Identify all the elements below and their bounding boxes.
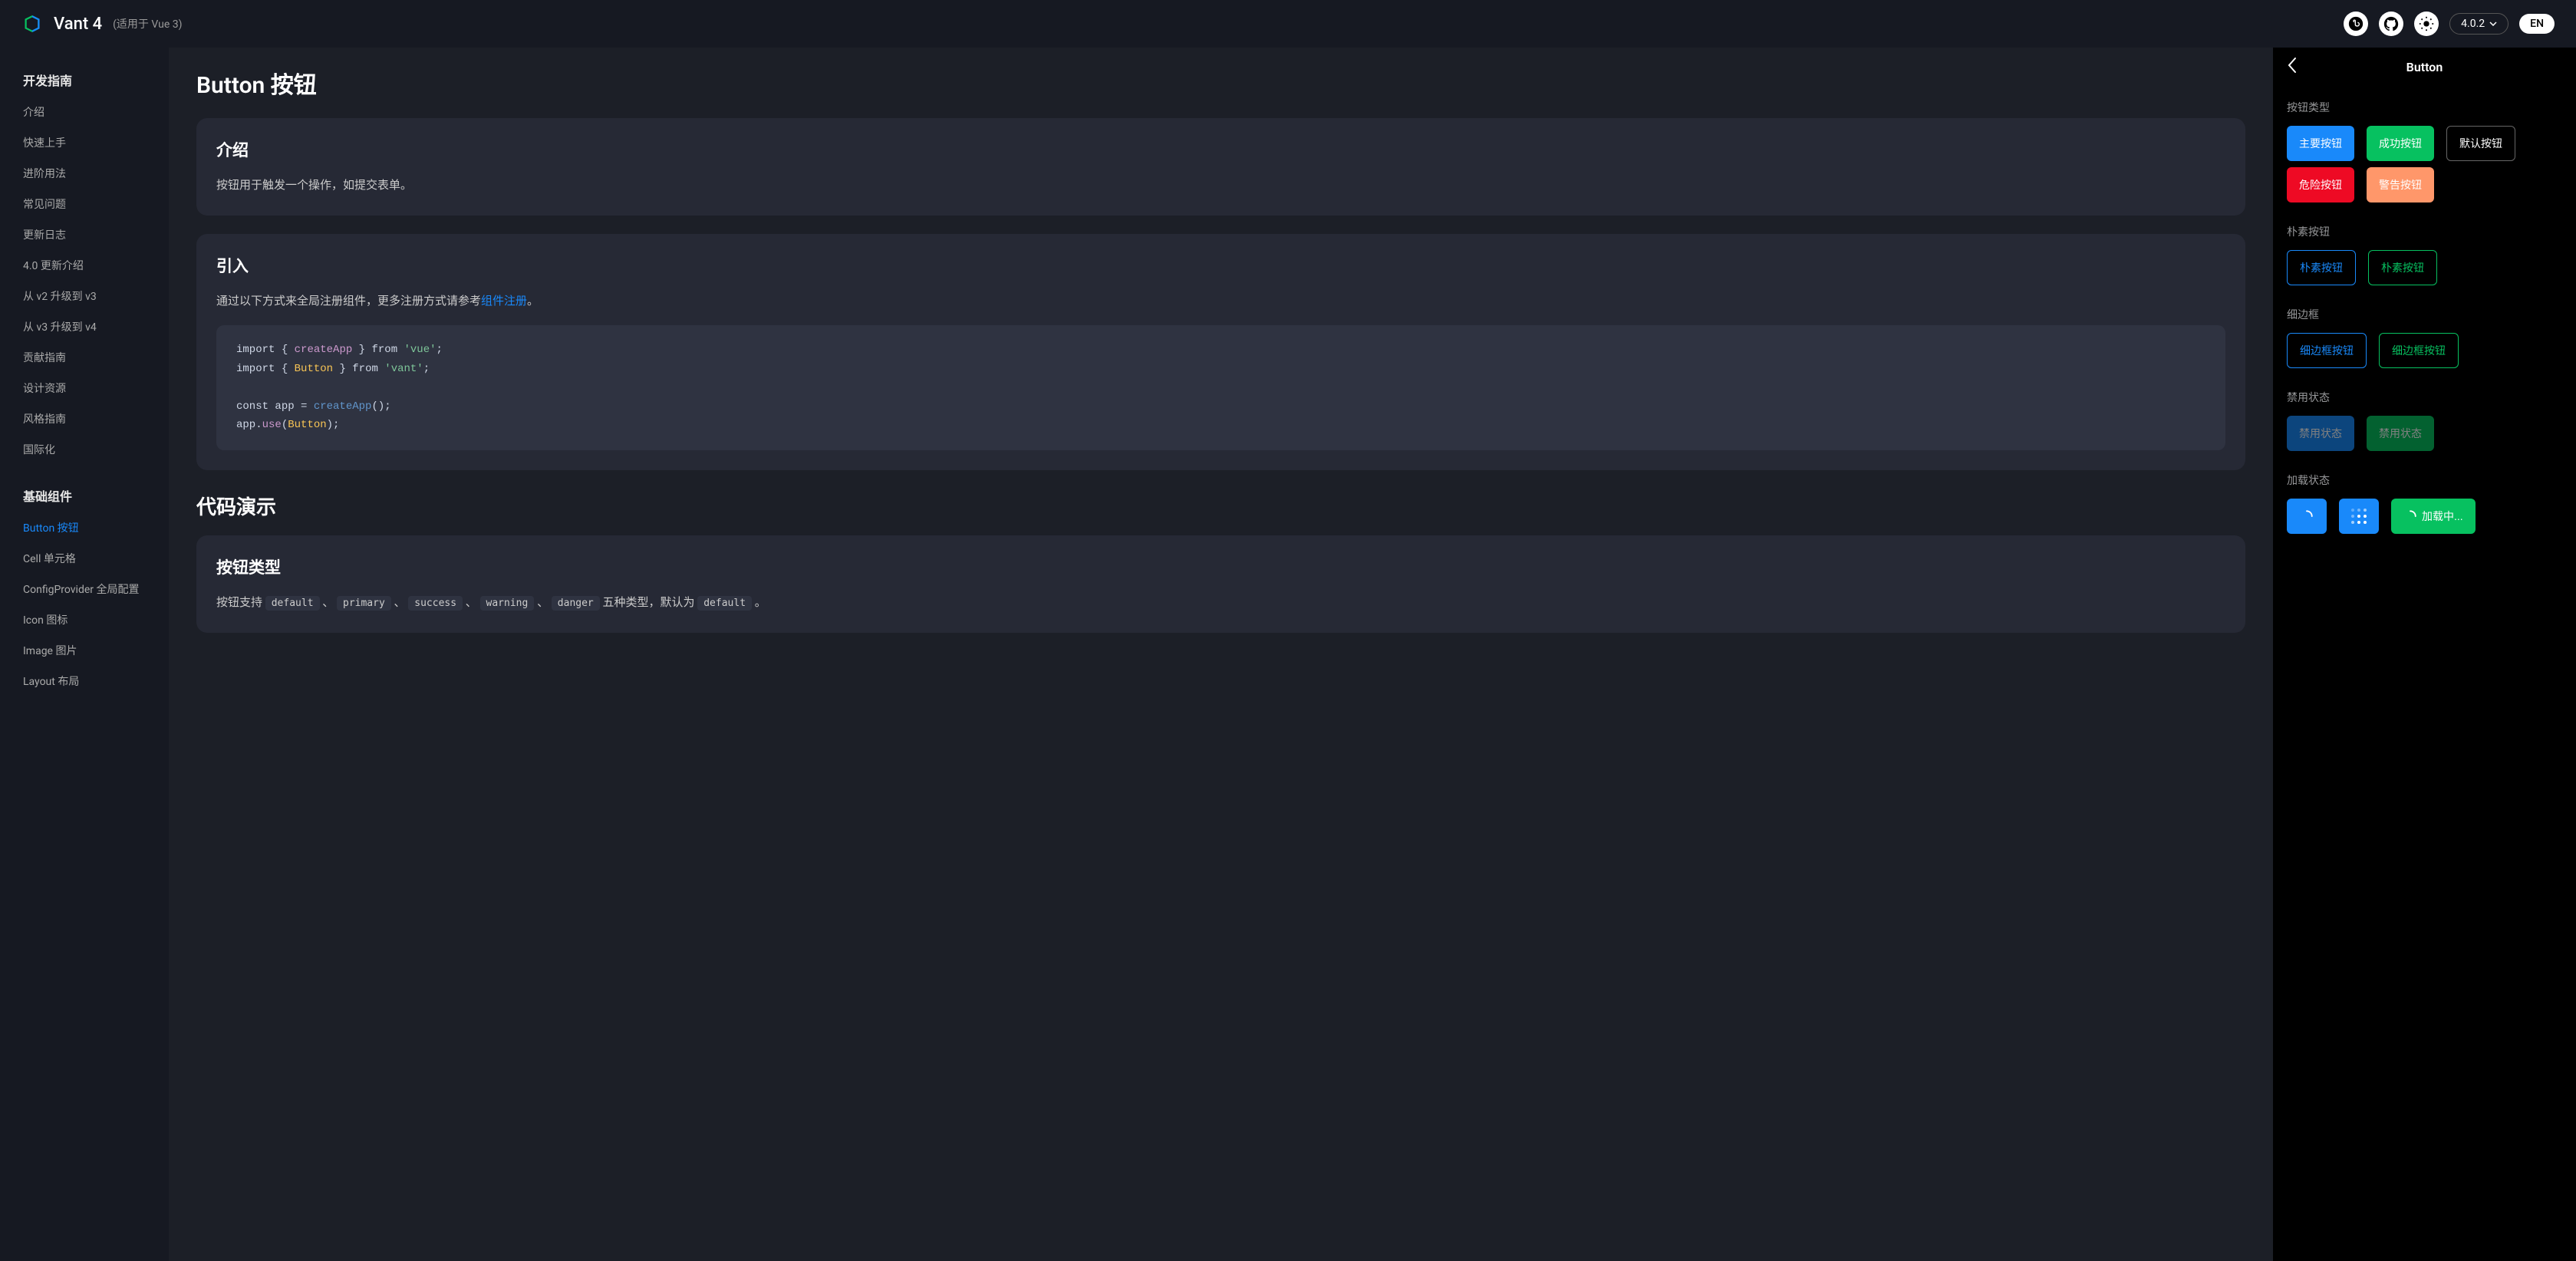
sidebar-item-v2tov3[interactable]: 从 v2 升级到 v3 [0, 281, 169, 311]
app-subtitle: (适用于 Vue 3) [113, 16, 182, 31]
sidebar-section: 基础组件 Button 按钮 Cell 单元格 ConfigProvider 全… [0, 479, 169, 696]
preview-section-title: 加载状态 [2287, 472, 2562, 488]
demo-heading: 代码演示 [196, 492, 2245, 520]
sidebar: 开发指南 介绍 快速上手 进阶用法 常见问题 更新日志 4.0 更新介绍 从 v… [0, 48, 169, 1261]
preview-section-title: 禁用状态 [2287, 390, 2562, 405]
preview-section-plain: 朴素按钮 朴素按钮 朴素按钮 [2273, 216, 2576, 299]
theme-toggle-icon[interactable] [2414, 12, 2439, 36]
sidebar-item-v3tov4[interactable]: 从 v3 升级到 v4 [0, 311, 169, 342]
import-text: 通过以下方式来全局注册组件，更多注册方式请参考组件注册。 [216, 291, 2225, 311]
demo-plain-primary-button[interactable]: 朴素按钮 [2287, 250, 2356, 285]
preview-section-disabled: 禁用状态 禁用状态 禁用状态 [2273, 382, 2576, 465]
sidebar-item-design[interactable]: 设计资源 [0, 373, 169, 403]
back-icon[interactable] [2287, 57, 2298, 77]
sidebar-item-v4intro[interactable]: 4.0 更新介绍 [0, 250, 169, 281]
header-right: 4.0.2 EN [2344, 12, 2555, 36]
loading-arc-icon [2403, 509, 2417, 523]
demo-danger-button[interactable]: 危险按钮 [2287, 167, 2354, 202]
page-title: Button 按钮 [196, 66, 2245, 100]
main-content: Button 按钮 介绍 按钮用于触发一个操作，如提交表单。 引入 通过以下方式… [169, 48, 2273, 1261]
sidebar-item-quickstart[interactable]: 快速上手 [0, 127, 169, 158]
wechat-miniprogram-icon[interactable] [2344, 12, 2368, 36]
demo-primary-button[interactable]: 主要按钮 [2287, 126, 2354, 161]
sidebar-item-icon[interactable]: Icon 图标 [0, 604, 169, 635]
demo-success-button[interactable]: 成功按钮 [2367, 126, 2434, 161]
loading-arc-icon [2300, 509, 2314, 523]
sidebar-item-button[interactable]: Button 按钮 [0, 512, 169, 543]
preview-section-title: 按钮类型 [2287, 100, 2562, 115]
preview-section-title: 朴素按钮 [2287, 224, 2562, 239]
sidebar-item-configprovider[interactable]: ConfigProvider 全局配置 [0, 574, 169, 604]
sidebar-item-image[interactable]: Image 图片 [0, 635, 169, 666]
sidebar-section-title: 基础组件 [0, 479, 169, 512]
import-link[interactable]: 组件注册 [481, 294, 527, 308]
loading-spinner-icon [2351, 509, 2367, 524]
demo-hairline-primary-button[interactable]: 细边框按钮 [2287, 333, 2367, 368]
intro-heading: 介绍 [216, 138, 2225, 161]
sidebar-item-layout[interactable]: Layout 布局 [0, 666, 169, 696]
version-select[interactable]: 4.0.2 [2449, 13, 2508, 35]
sidebar-item-contribute[interactable]: 贡献指南 [0, 342, 169, 373]
header-left: Vant 4 (适用于 Vue 3) [21, 13, 182, 35]
demo-plain-success-button[interactable]: 朴素按钮 [2368, 250, 2437, 285]
version-label: 4.0.2 [2461, 18, 2485, 30]
code-block: import { createApp } from 'vue'; import … [216, 325, 2225, 450]
sidebar-item-intro[interactable]: 介绍 [0, 97, 169, 127]
import-heading: 引入 [216, 254, 2225, 277]
intro-text: 按钮用于触发一个操作，如提交表单。 [216, 175, 2225, 196]
preview-panel: Button 按钮类型 主要按钮 成功按钮 默认按钮 危险按钮 警告按钮 朴素按… [2273, 48, 2576, 1261]
logo-icon[interactable] [21, 13, 43, 35]
sidebar-section: 开发指南 介绍 快速上手 进阶用法 常见问题 更新日志 4.0 更新介绍 从 v… [0, 63, 169, 465]
lang-select[interactable]: EN [2519, 14, 2555, 34]
loading-text: 加载中... [2422, 509, 2463, 524]
demo-disabled-primary-button: 禁用状态 [2287, 416, 2354, 451]
sidebar-section-title: 开发指南 [0, 63, 169, 97]
demo-loading-spinner-button[interactable] [2339, 499, 2379, 534]
preview-section-loading: 加载状态 加载中... [2273, 465, 2576, 548]
demo-loading-arc-button[interactable] [2287, 499, 2327, 534]
sidebar-item-cell[interactable]: Cell 单元格 [0, 543, 169, 574]
type-text: 按钮支持 default 、 primary 、 success 、 warni… [216, 592, 2225, 613]
sidebar-item-styleguide[interactable]: 风格指南 [0, 403, 169, 434]
demo-default-button[interactable]: 默认按钮 [2446, 126, 2515, 161]
preview-title: Button [2406, 60, 2443, 74]
preview-section-types: 按钮类型 主要按钮 成功按钮 默认按钮 危险按钮 警告按钮 [2273, 92, 2576, 216]
demo-loading-text-button[interactable]: 加载中... [2391, 499, 2476, 534]
demo-disabled-success-button: 禁用状态 [2367, 416, 2434, 451]
sidebar-item-changelog[interactable]: 更新日志 [0, 219, 169, 250]
preview-header: Button [2273, 48, 2576, 86]
sidebar-item-faq[interactable]: 常见问题 [0, 189, 169, 219]
github-icon[interactable] [2379, 12, 2403, 36]
app-title[interactable]: Vant 4 [54, 15, 102, 34]
demo-warning-button[interactable]: 警告按钮 [2367, 167, 2434, 202]
type-card: 按钮类型 按钮支持 default 、 primary 、 success 、 … [196, 535, 2245, 633]
type-heading: 按钮类型 [216, 555, 2225, 578]
sidebar-item-i18n[interactable]: 国际化 [0, 434, 169, 465]
sidebar-item-advanced[interactable]: 进阶用法 [0, 158, 169, 189]
demo-hairline-success-button[interactable]: 细边框按钮 [2379, 333, 2459, 368]
intro-card: 介绍 按钮用于触发一个操作，如提交表单。 [196, 118, 2245, 216]
import-card: 引入 通过以下方式来全局注册组件，更多注册方式请参考组件注册。 import {… [196, 234, 2245, 470]
preview-section-title: 细边框 [2287, 307, 2562, 322]
preview-section-hairline: 细边框 细边框按钮 细边框按钮 [2273, 299, 2576, 382]
chevron-down-icon [2489, 21, 2497, 26]
header: Vant 4 (适用于 Vue 3) 4.0.2 EN [0, 0, 2576, 48]
